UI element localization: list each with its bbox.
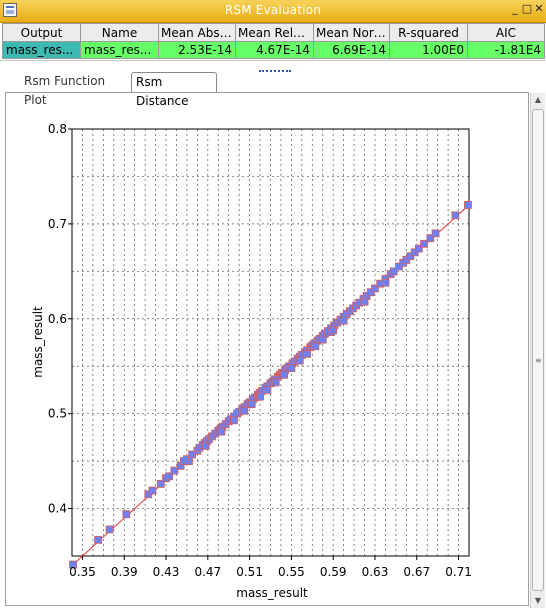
- cell-output[interactable]: mass_res...: [2, 41, 81, 59]
- divider: [0, 60, 546, 61]
- column-header-mean-normalized[interactable]: Mean Norm...: [313, 23, 390, 42]
- cell-mean-relative[interactable]: 4.67E-14: [235, 41, 314, 59]
- cell-mean-normalized[interactable]: 6.69E-14: [313, 41, 390, 59]
- tab-rsm-function-plot[interactable]: Rsm Function Plot: [20, 72, 130, 107]
- column-header-aic[interactable]: AIC: [467, 23, 545, 42]
- splitter-handle[interactable]: [259, 66, 291, 72]
- grip-icon: ≡: [535, 356, 542, 365]
- scrollbar-thumb[interactable]: ≡: [532, 109, 544, 591]
- column-header-r-squared[interactable]: R-squared: [389, 23, 468, 42]
- cell-r-squared[interactable]: 1.00E0: [389, 41, 468, 59]
- tab-panel: [5, 92, 529, 606]
- cell-name[interactable]: mass_res...: [80, 41, 159, 59]
- window-title: RSM Evaluation: [224, 3, 322, 17]
- close-icon[interactable]: ✕: [533, 3, 545, 15]
- column-header-name[interactable]: Name: [80, 23, 159, 42]
- cell-mean-absolute[interactable]: 2.53E-14: [158, 41, 236, 59]
- tab-rsm-distance[interactable]: Rsm Distance: [131, 72, 217, 108]
- cell-aic[interactable]: -1.81E4: [467, 41, 545, 59]
- scroll-down-icon[interactable]: ▼: [531, 594, 545, 608]
- vertical-scrollbar[interactable]: ▲ ≡ ▼: [530, 93, 545, 608]
- column-header-mean-relative[interactable]: Mean Relati...: [235, 23, 314, 42]
- table-row[interactable]: mass_res... mass_res... 2.53E-14 4.67E-1…: [2, 41, 545, 59]
- minimize-icon[interactable]: _: [509, 3, 521, 15]
- column-header-output[interactable]: Output: [2, 23, 81, 42]
- scroll-up-icon[interactable]: ▲: [531, 93, 545, 107]
- title-bar[interactable]: RSM Evaluation _ □ ✕: [0, 0, 546, 23]
- table-header-row: Output Name Mean Absol... Mean Relati...…: [2, 23, 545, 42]
- rsm-evaluation-table: Output Name Mean Absol... Mean Relati...…: [2, 23, 545, 59]
- maximize-icon[interactable]: □: [521, 3, 533, 15]
- column-header-mean-absolute[interactable]: Mean Absol...: [158, 23, 236, 42]
